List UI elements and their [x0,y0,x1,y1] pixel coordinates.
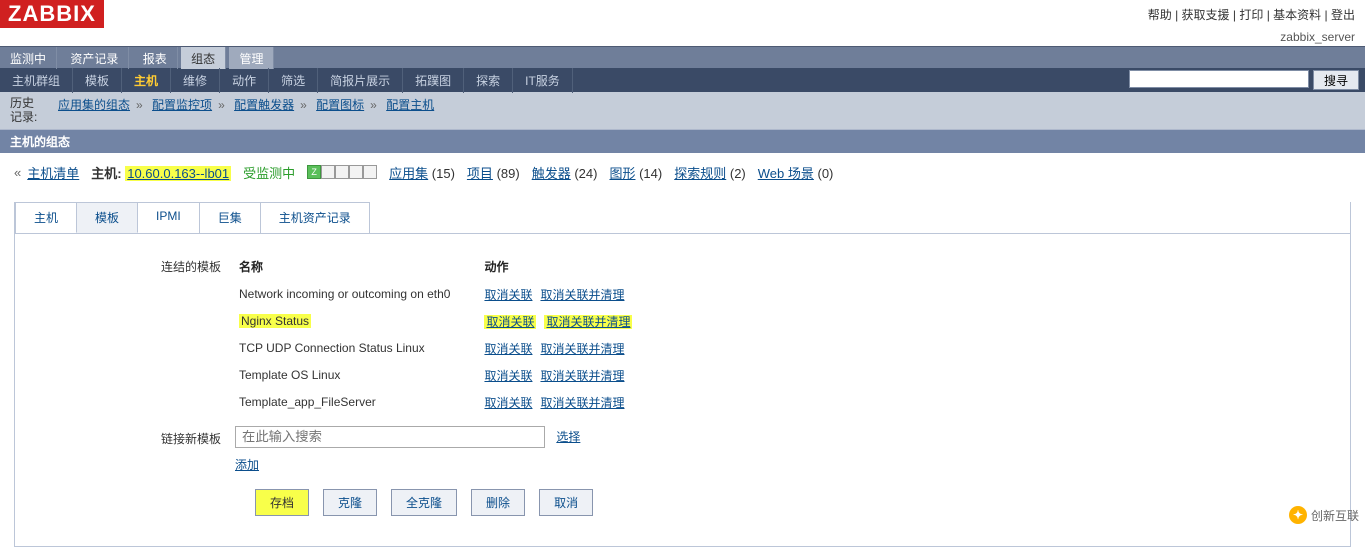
tab-macros[interactable]: 巨集 [199,202,261,233]
help-link[interactable]: 帮助 [1148,8,1172,22]
col-name: 名称 [235,254,480,281]
sub-templates[interactable]: 模板 [73,68,122,93]
unlink-link[interactable]: 取消关联 [484,342,532,356]
tab-ipmi[interactable]: IPMI [137,202,200,233]
main-menu: 监测中 资产记录 报表 组态 管理 [0,46,1365,68]
support-link[interactable]: 获取支援 [1182,8,1230,22]
tab-inventory[interactable]: 资产记录 [60,47,129,69]
watermark-icon: ✦ [1289,506,1307,524]
host-summary: « 主机清单 主机: 10.60.0.163--lb01 受监测中 Z 应用集 … [0,153,1365,192]
server-label: zabbix_server [1280,28,1365,46]
search-input[interactable] [1129,70,1309,88]
history-label: 历史记录: [10,96,40,125]
availability-indicators: Z [307,165,377,179]
items-link[interactable]: 项目 [467,166,493,181]
discovery-link[interactable]: 探索规则 [674,166,726,181]
sub-itservices[interactable]: IT服务 [513,68,573,93]
unlink-link[interactable]: 取消关联 [484,315,536,329]
template-search-input[interactable] [235,426,545,448]
sub-discovery[interactable]: 探索 [464,68,513,93]
crumb-items[interactable]: 配置监控项 [152,98,212,112]
crumb-appset[interactable]: 应用集的组态 [58,98,130,112]
clone-button[interactable]: 克隆 [323,489,377,516]
tab-reports[interactable]: 报表 [133,47,178,69]
crumb-hosts[interactable]: 配置主机 [386,98,434,112]
sub-hosts[interactable]: 主机 [122,68,171,93]
page-title: 主机的组态 [0,130,1365,153]
col-action: 动作 [480,254,662,281]
top-links: 帮助 | 获取支援 | 打印 | 基本资料 | 登出 [1148,0,1365,23]
profile-link[interactable]: 基本资料 [1273,8,1321,22]
sub-maps[interactable]: 拓蹼图 [403,68,464,93]
sub-hostgroups[interactable]: 主机群组 [0,68,73,93]
crumb-triggers[interactable]: 配置触发器 [234,98,294,112]
unlink-link[interactable]: 取消关联 [484,369,532,383]
logout-link[interactable]: 登出 [1331,8,1355,22]
watermark-text: 创新互联 [1311,507,1359,524]
tab-templates[interactable]: 模板 [76,202,138,233]
snmp-indicator-icon [321,165,335,179]
host-link[interactable]: 10.60.0.163--lb01 [125,166,231,181]
tab-host[interactable]: 主机 [15,202,77,233]
host-label: 主机: [91,166,121,181]
apps-link[interactable]: 应用集 [389,166,428,181]
table-row: Template OS Linux 取消关联取消关联并清理 [235,362,662,389]
sub-actions[interactable]: 动作 [220,68,269,93]
linked-templates-table: 名称 动作 Network incoming or outcoming on e… [235,254,662,416]
search-button[interactable]: 搜寻 [1313,70,1359,90]
status-badge: 受监测中 [243,163,295,182]
watermark: ✦ 创新互联 [1289,506,1359,524]
triggers-link[interactable]: 触发器 [532,166,571,181]
archive-button[interactable]: 存档 [255,489,309,516]
sub-menu: 主机群组 模板 主机 维修 动作 筛选 简报片展示 拓蹼图 探索 IT服务 搜寻 [0,68,1365,92]
crumb-graphs[interactable]: 配置图标 [316,98,364,112]
table-row: Nginx Status 取消关联取消关联并清理 [235,308,662,335]
table-row: Template_app_FileServer 取消关联取消关联并清理 [235,389,662,416]
jmx-indicator-icon [335,165,349,179]
sub-screens[interactable]: 筛选 [269,68,318,93]
breadcrumb: 历史记录: 应用集的组态» 配置监控项» 配置触发器» 配置图标» 配置主机 [0,92,1365,130]
unlink-clear-link[interactable]: 取消关联并清理 [544,315,632,329]
print-link[interactable]: 打印 [1239,8,1263,22]
logo: ZABBIX [0,0,104,28]
graphs-link[interactable]: 图形 [609,166,635,181]
table-row: TCP UDP Connection Status Linux 取消关联取消关联… [235,335,662,362]
unlink-link[interactable]: 取消关联 [484,396,532,410]
unlink-clear-link[interactable]: 取消关联并清理 [540,396,624,410]
full-clone-button[interactable]: 全克隆 [391,489,457,516]
tab-admin[interactable]: 管理 [229,47,274,69]
ipmi-indicator-icon [349,165,363,179]
tab-inventory[interactable]: 主机资产记录 [260,202,370,233]
extra-indicator-icon [363,165,377,179]
form-actions: 存档 克隆 全克隆 删除 取消 [35,483,1330,516]
unlink-clear-link[interactable]: 取消关联并清理 [540,369,624,383]
sub-slides[interactable]: 简报片展示 [318,68,403,93]
linked-templates-label: 连结的模板 [35,254,235,416]
sub-maintenance[interactable]: 维修 [171,68,220,93]
select-button[interactable]: 选择 [556,428,580,445]
link-new-label: 链接新模板 [35,426,235,473]
cancel-button[interactable]: 取消 [539,489,593,516]
web-link[interactable]: Web 场景 [758,166,814,181]
tab-monitoring[interactable]: 监测中 [0,47,57,69]
table-row: Network incoming or outcoming on eth0 取消… [235,281,662,308]
unlink-clear-link[interactable]: 取消关联并清理 [540,342,624,356]
delete-button[interactable]: 删除 [471,489,525,516]
host-list-link[interactable]: 主机清单 [27,163,79,182]
unlink-link[interactable]: 取消关联 [484,288,532,302]
tab-config[interactable]: 组态 [181,47,226,69]
unlink-clear-link[interactable]: 取消关联并清理 [540,288,624,302]
zbx-indicator-icon: Z [307,165,321,179]
host-tabs: 主机 模板 IPMI 巨集 主机资产记录 [15,202,1350,234]
add-link[interactable]: 添加 [235,458,259,472]
